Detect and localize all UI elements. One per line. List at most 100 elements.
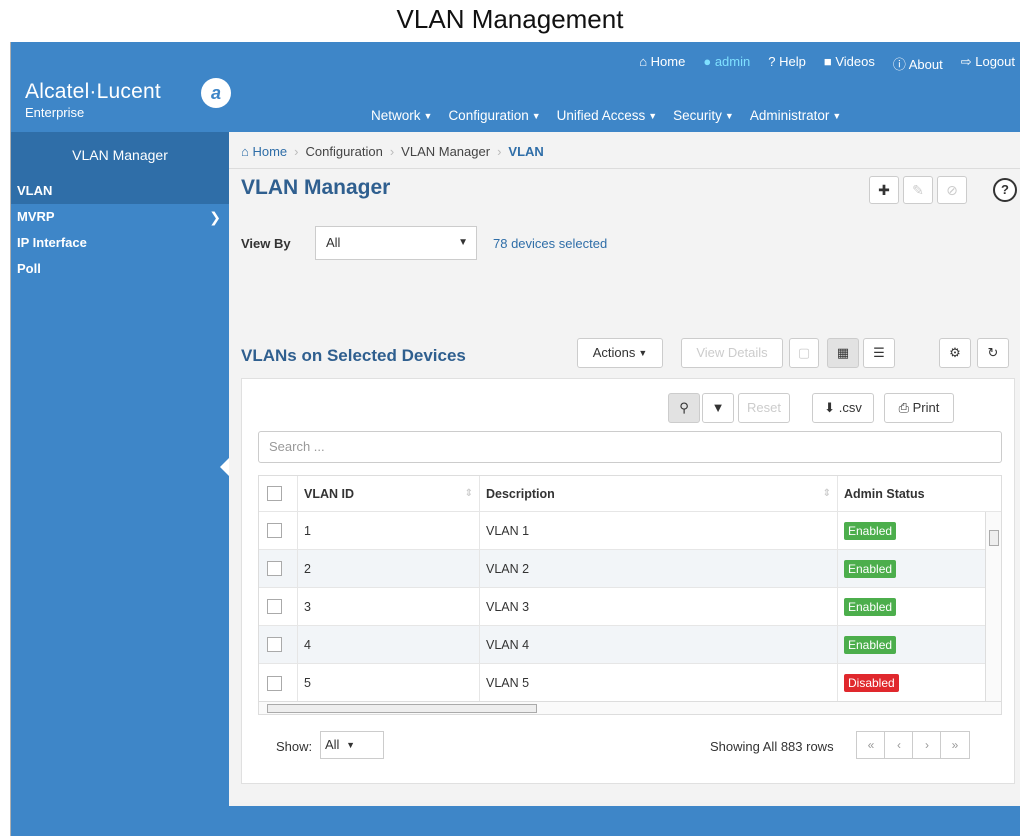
help-button[interactable]: ?: [993, 178, 1017, 202]
status-cell: Enabled: [837, 550, 985, 587]
edit-button[interactable]: ✎: [903, 176, 933, 204]
table-row[interactable]: 5 VLAN 5 Disabled: [259, 664, 1001, 702]
breadcrumb-divider: [229, 168, 1020, 169]
breadcrumb-vlan-manager[interactable]: VLAN Manager: [401, 144, 490, 159]
sidebar: VLAN Manager VLAN MVRP ❯ IP Interface Pol…: [11, 132, 229, 836]
nav-security[interactable]: Security ▼: [673, 108, 734, 123]
actions-button[interactable]: Actions ▼: [577, 338, 663, 368]
download-icon: ⬇: [824, 400, 836, 415]
refresh-button[interactable]: ↻: [977, 338, 1009, 368]
brand-sub: Enterprise: [25, 105, 85, 120]
chevron-down-icon: ▼: [832, 111, 842, 121]
toplink-logout[interactable]: ⇨ Logout: [961, 54, 1015, 73]
row-checkbox[interactable]: [267, 675, 282, 691]
filter-button[interactable]: ▼: [702, 393, 734, 423]
list-view-button[interactable]: ☰: [863, 338, 895, 368]
nav-administrator[interactable]: Administrator ▼: [750, 108, 841, 123]
row-checkbox-cell: [267, 512, 297, 549]
table-row[interactable]: 4 VLAN 4 Enabled: [259, 626, 1001, 664]
horizontal-scrollbar[interactable]: [258, 701, 1002, 715]
reset-button[interactable]: Reset: [738, 393, 790, 423]
status-badge: Enabled: [844, 635, 897, 654]
vlan-id-cell: 4: [297, 626, 479, 663]
page-title: VLAN Manager: [241, 176, 391, 199]
table-row[interactable]: 2 VLAN 2 Enabled: [259, 550, 1001, 588]
add-button[interactable]: ✚: [869, 176, 899, 204]
chevron-down-icon: ▼: [346, 740, 355, 750]
select-all-checkbox[interactable]: [267, 486, 282, 501]
row-checkbox[interactable]: [267, 523, 282, 538]
status-badge: Enabled: [844, 521, 897, 540]
page-size-select[interactable]: All ▼: [320, 731, 384, 759]
row-checkbox[interactable]: [267, 637, 282, 652]
breadcrumb: ⌂ Home › Configuration › VLAN Manager › VLAN: [241, 144, 544, 159]
print-button[interactable]: ⎙ Print: [884, 393, 954, 423]
first-page-button[interactable]: «: [856, 731, 886, 759]
vertical-scrollbar[interactable]: [985, 512, 1001, 702]
gear-icon: ⚙: [949, 345, 961, 360]
vlan-table: VLAN ID ⇕ Description ⇕ Admin Status 1 VLA…: [258, 475, 1002, 703]
view-details-button[interactable]: View Details: [681, 338, 783, 368]
grid-view-button[interactable]: ▦: [827, 338, 859, 368]
sidebar-title: VLAN Manager: [11, 132, 229, 178]
row-checkbox-cell: [267, 550, 297, 587]
toplink-home-label: Home: [650, 54, 686, 69]
rows-info: Showing All 883 rows: [710, 739, 834, 754]
toplink-home[interactable]: ⌂ Home: [639, 54, 685, 73]
sidebar-collapse-icon[interactable]: [220, 458, 229, 476]
table-row[interactable]: 3 VLAN 3 Enabled: [259, 588, 1001, 626]
search-toggle-button[interactable]: ⚲: [668, 393, 700, 423]
sidebar-item-vlan[interactable]: VLAN: [11, 178, 229, 204]
toplink-videos[interactable]: ■ Videos: [824, 54, 875, 73]
chevron-down-icon: ▼: [724, 111, 734, 121]
nav-security-label: Security: [673, 108, 722, 123]
scrollbar-thumb[interactable]: [989, 530, 999, 546]
breadcrumb-separator-icon: ›: [294, 144, 299, 159]
breadcrumb-current: VLAN: [508, 144, 544, 159]
sidebar-item-ip-interface[interactable]: IP Interface: [11, 230, 229, 256]
toplink-user-label: admin: [714, 54, 751, 69]
column-header-label: Description: [486, 486, 555, 501]
table-row[interactable]: 1 VLAN 1 Enabled: [259, 512, 1001, 550]
nav-configuration[interactable]: Configuration ▼: [448, 108, 540, 123]
prev-page-button[interactable]: ‹: [884, 731, 914, 759]
next-page-button[interactable]: ›: [912, 731, 942, 759]
delete-button[interactable]: ⊘: [937, 176, 967, 204]
column-header-description[interactable]: Description ⇕: [479, 476, 837, 511]
view-by-value: All: [326, 235, 341, 250]
export-csv-button[interactable]: ⬇ .csv: [812, 393, 874, 423]
row-checkbox-cell: [267, 664, 297, 702]
breadcrumb-configuration[interactable]: Configuration: [306, 144, 383, 159]
refresh-icon: ↻: [987, 345, 999, 360]
chevron-down-icon: ▼: [423, 111, 433, 121]
status-badge: Enabled: [844, 559, 897, 578]
delete-icon: ⊘: [946, 182, 958, 198]
devices-selected-link[interactable]: 78 devices selected: [493, 236, 607, 251]
row-checkbox[interactable]: [267, 599, 282, 614]
breadcrumb-home[interactable]: ⌂ Home: [241, 144, 287, 159]
last-page-button[interactable]: »: [940, 731, 970, 759]
actions-label: Actions: [592, 345, 636, 360]
toplink-help[interactable]: ? Help: [768, 54, 806, 73]
toplink-user[interactable]: ● admin: [703, 54, 750, 73]
sidebar-item-mvrp[interactable]: MVRP ❯: [11, 204, 229, 230]
search-input[interactable]: Search ...: [258, 431, 1002, 463]
settings-button[interactable]: ⚙: [939, 338, 971, 368]
status-cell: Disabled: [837, 664, 985, 702]
view-by-select[interactable]: All ▼: [315, 226, 477, 260]
chevron-down-icon: ▼: [458, 237, 468, 248]
breadcrumb-separator-icon: ›: [497, 144, 502, 159]
nav-unified-access[interactable]: Unified Access ▼: [557, 108, 657, 123]
scrollbar-thumb[interactable]: [267, 704, 537, 713]
nav-network[interactable]: Network ▼: [371, 108, 432, 123]
nav-configuration-label: Configuration: [448, 108, 529, 123]
description-cell: VLAN 4: [479, 626, 837, 663]
trash-icon: ▢: [797, 345, 811, 360]
toplink-about[interactable]: ⓘ About: [893, 54, 943, 73]
column-header-vlan-id[interactable]: VLAN ID ⇕: [297, 476, 479, 511]
row-checkbox[interactable]: [267, 561, 282, 576]
column-header-admin-status[interactable]: Admin Status: [837, 476, 985, 511]
sidebar-item-poll[interactable]: Poll: [11, 256, 229, 282]
sidebar-item-label: IP Interface: [17, 235, 87, 250]
trash-button[interactable]: ▢: [789, 338, 819, 368]
